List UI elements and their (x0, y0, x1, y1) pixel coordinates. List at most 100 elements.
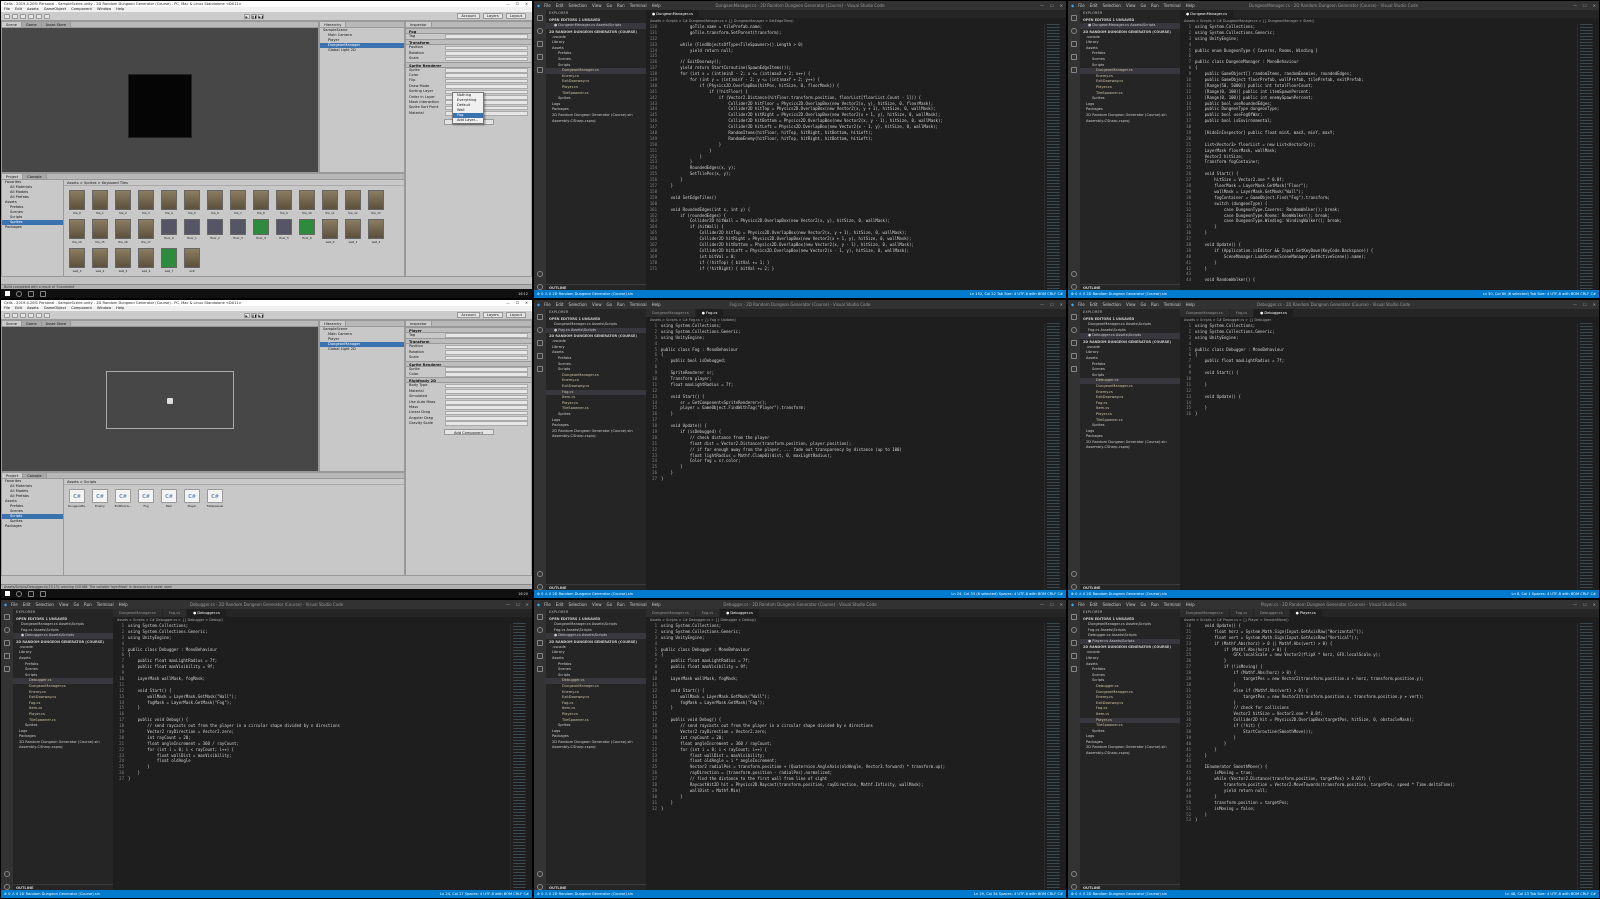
project-tab[interactable]: Project (2, 174, 24, 179)
extensions-icon[interactable] (1071, 67, 1077, 73)
status-right[interactable]: Ln 152, Col 22 Tab Size: 4 UTF-8 with BO… (970, 292, 1063, 296)
rect-tool-icon[interactable] (36, 312, 42, 318)
menu-item[interactable]: Terminal (1164, 3, 1181, 8)
step-icon[interactable]: ▶❚ (257, 312, 264, 318)
asset-item[interactable]: C# DungeonMa... (68, 489, 86, 508)
field-value[interactable] (445, 394, 528, 400)
project-tree-item[interactable]: Packages (2, 524, 63, 529)
editor-tab[interactable]: Fog.cs (1229, 609, 1255, 617)
menu-item[interactable]: Selection (1103, 602, 1121, 607)
field-value[interactable] (445, 366, 528, 372)
field-value[interactable] (445, 51, 528, 56)
asset-item[interactable]: tile_10 (298, 190, 316, 215)
transform-tool-icon[interactable] (44, 312, 50, 318)
editor-tab[interactable]: DungeonManager.cs (646, 609, 696, 617)
field-value[interactable] (445, 350, 528, 355)
extensions-icon[interactable] (537, 666, 543, 672)
status-right[interactable]: Ln 8, Col 1 Spaces: 4 UTF-8 with BOM CRL… (1512, 592, 1596, 596)
menu-item[interactable]: Help (652, 602, 661, 607)
asset-item[interactable]: C# ExitDoorw... (114, 489, 132, 508)
move-tool-icon[interactable] (12, 13, 18, 19)
scene-tab[interactable]: Scene (2, 22, 22, 27)
taskbar-vscode-icon[interactable] (40, 590, 46, 597)
source-control-icon[interactable] (1071, 340, 1077, 346)
menu-item[interactable]: View (592, 602, 602, 607)
editor-tab[interactable]: Fog.cs (1229, 309, 1255, 317)
status-left[interactable]: ⊗ 0 ⚠ 0 2D Random Dungeon Generator (Cou… (1071, 892, 1167, 896)
menu-item[interactable]: View (592, 302, 602, 307)
menu-item[interactable]: Selection (1103, 3, 1121, 8)
menu-item[interactable]: Help (652, 3, 661, 8)
taskbar-unity-icon[interactable] (28, 590, 34, 597)
close-icon[interactable]: ✕ (1060, 602, 1063, 607)
menu-item[interactable]: Help (119, 602, 128, 607)
field-value[interactable] (445, 34, 528, 39)
minimize-icon[interactable]: — (1040, 3, 1044, 8)
maximize-icon[interactable]: ☐ (1050, 3, 1054, 8)
search-icon[interactable] (4, 627, 10, 633)
menu-item[interactable]: Go (73, 602, 79, 607)
account-icon[interactable] (4, 871, 10, 877)
field-value[interactable] (445, 45, 528, 51)
menu-item[interactable]: Selection (569, 3, 587, 8)
project-folder-header[interactable]: 2D RANDOM DUNGEON GENERATOR (COURSE) (13, 639, 113, 645)
asset-item[interactable]: floor_5 (275, 219, 293, 244)
close-icon[interactable]: ✕ (1060, 302, 1063, 307)
minimap[interactable] (1577, 323, 1599, 590)
account-icon[interactable] (537, 571, 543, 577)
asset-item[interactable]: exit (183, 248, 201, 273)
minimize-icon[interactable]: — (1573, 602, 1577, 607)
menu-item[interactable]: Run (84, 602, 92, 607)
menu-item[interactable]: Help (1186, 602, 1195, 607)
inspector-tab[interactable]: Inspector (406, 321, 432, 326)
scene-tab[interactable]: Game (21, 321, 42, 326)
extensions-icon[interactable] (537, 67, 543, 73)
menu-item[interactable]: Terminal (1164, 302, 1181, 307)
menu-item[interactable]: Go (606, 602, 612, 607)
editor-tab[interactable]: DungeonManager.cs (113, 609, 163, 617)
dropdown-option[interactable]: Add Layer... (453, 118, 483, 123)
editor-tab[interactable]: ● Debugger.cs (1254, 309, 1294, 317)
field-value[interactable] (445, 416, 528, 421)
scene-view[interactable] (2, 327, 318, 471)
source-control-icon[interactable] (537, 41, 543, 47)
taskbar-search-icon[interactable] (16, 290, 22, 297)
project-folder-header[interactable]: 2D RANDOM DUNGEON GENERATOR (COURSE) (1080, 339, 1180, 345)
status-left[interactable]: ⊗ 0 ⚠ 0 2D Random Dungeon Generator (Cou… (537, 592, 633, 596)
windows-start-icon[interactable] (5, 591, 10, 596)
asset-item[interactable]: wall_1 (344, 219, 362, 244)
menu-item[interactable]: File (544, 602, 551, 607)
explorer-tree-item[interactable]: 2D Random Dungeon Generator (Course).sln (546, 113, 646, 119)
files-icon[interactable] (1071, 15, 1077, 21)
field-value[interactable] (445, 399, 528, 405)
field-value[interactable] (445, 344, 528, 350)
code-area[interactable]: 20 void Update() {21 float horz = System… (1180, 623, 1575, 890)
menu-item[interactable]: Go (1140, 602, 1146, 607)
taskbar-unity-icon[interactable] (28, 290, 34, 297)
menu-item[interactable]: Terminal (630, 3, 647, 8)
toolbar-dropdown[interactable]: Layers (482, 312, 503, 318)
explorer-tree-item[interactable]: Assembly-CSharp.csproj (546, 434, 646, 440)
editor-tab[interactable]: ● DungeonManager.cs (646, 10, 700, 18)
asset-item[interactable]: tile_12 (344, 190, 362, 215)
toolbar-dropdown[interactable]: Account (457, 312, 480, 318)
asset-item[interactable]: C# Enemy (91, 489, 109, 508)
field-value[interactable] (445, 383, 528, 389)
asset-item[interactable]: tile_3 (137, 190, 155, 215)
code-area[interactable]: 1 using System.Collections; 2 using System.… (1180, 323, 1575, 590)
menu-item[interactable]: Go (606, 3, 612, 8)
minimize-icon[interactable]: — (1573, 3, 1577, 8)
extensions-icon[interactable] (4, 666, 10, 672)
menu-item[interactable]: View (1126, 3, 1136, 8)
menu-item[interactable]: Help (652, 302, 661, 307)
field-value[interactable] (445, 405, 528, 410)
status-right[interactable]: Ln 24, Col 33 (8 selected) Spaces: 4 UTF… (951, 592, 1063, 596)
play-icon[interactable]: ▶ (243, 13, 250, 19)
run-debug-icon[interactable] (537, 54, 543, 60)
minimap[interactable] (1577, 623, 1599, 890)
account-icon[interactable] (1071, 271, 1077, 277)
menu-item[interactable]: Run (617, 3, 625, 8)
asset-item[interactable]: tile_6 (206, 190, 224, 215)
status-left[interactable]: ⊗ 0 ⚠ 0 2D Random Dungeon Generator (Cou… (1071, 592, 1167, 596)
menu-item[interactable]: Run (1151, 302, 1159, 307)
